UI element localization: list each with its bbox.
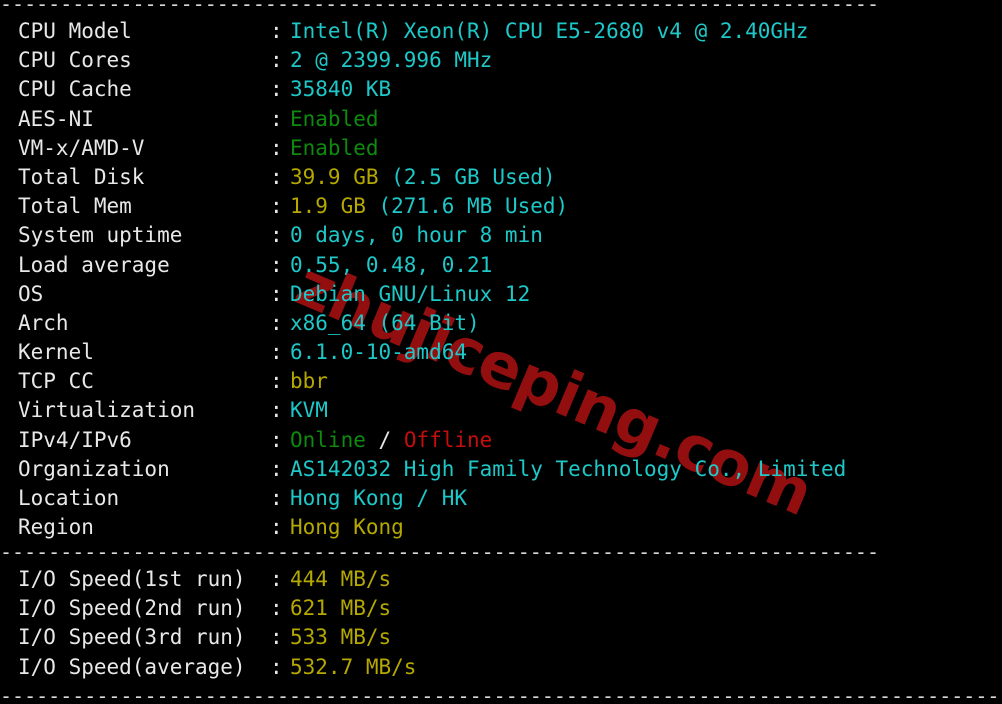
colon-aes-ni: :: [270, 106, 283, 131]
label-vmx-amdv: VM-x/AMD-V: [18, 135, 145, 160]
info-row-total-disk: Total Disk:39.9 GB (2.5 GB Used): [18, 163, 846, 192]
info-row-organization: Organization: AS142032 High Family Techno…: [18, 455, 846, 484]
value-kernel: 6.1.0-10-amd64: [290, 340, 468, 365]
info-row-system-uptime: System uptime:0 days, 0 hour 8 min: [18, 221, 846, 250]
value-total-disk-size: 39.9 GB: [290, 164, 379, 189]
value-location: Hong Kong / HK: [290, 486, 468, 510]
colon-tcp-cc: :: [270, 369, 283, 394]
info-row-tcp-cc: TCP CC: bbr: [18, 367, 846, 396]
info-row-load-average: Load average:0.55, 0.48, 0.21: [18, 251, 846, 280]
colon-cpu-model: :: [270, 19, 283, 43]
info-row-cpu-cores: CPU Cores:2 @ 2399.996 MHz: [18, 46, 846, 75]
info-row-aes-ni: AES-NI: Enabled: [18, 105, 846, 134]
info-row-arch: Arch: x86_64 (64 Bit): [18, 309, 846, 338]
label-total-mem: Total Mem: [18, 194, 132, 219]
label-system-uptime: System uptime: [18, 223, 183, 248]
colon-total-mem: :: [270, 194, 283, 219]
value-organization: AS142032 High Family Technology Co., Lim…: [290, 456, 847, 481]
label-cpu-cores: CPU Cores: [18, 48, 132, 73]
colon-virtualization: :: [270, 398, 283, 423]
colon-system-uptime: :: [270, 223, 283, 248]
label-tcp-cc: TCP CC: [18, 369, 94, 394]
value-arch: x86_64 (64 Bit): [290, 310, 480, 335]
value-region: Hong Kong: [290, 515, 404, 540]
system-info-block: CPU Model: Intel(R) Xeon(R) CPU E5-2680 v…: [18, 17, 846, 542]
value-cpu-model: Intel(R) Xeon(R) CPU E5-2680 v4 @ 2.40GH…: [290, 19, 809, 43]
colon-location: :: [270, 486, 283, 510]
value-total-mem-size: 1.9 GB: [290, 194, 366, 219]
label-io-2nd-run: I/O Speed(2nd run): [18, 596, 246, 621]
colon-arch: :: [270, 310, 283, 335]
colon-kernel: :: [270, 340, 283, 365]
label-kernel: Kernel: [18, 340, 94, 365]
terminal-window: zhujiceping.com ------------------------…: [0, 0, 1002, 704]
colon-io-1st-run: :: [270, 567, 283, 591]
value-system-uptime: 0 days, 0 hour 8 min: [290, 223, 543, 248]
label-organization: Organization: [18, 456, 170, 481]
label-arch: Arch: [18, 310, 69, 335]
label-ipv4-ipv6: IPv4/IPv6: [18, 427, 132, 452]
info-row-region: Region: Hong Kong: [18, 513, 846, 542]
separator-top: ----------------------------------------…: [0, 0, 879, 14]
value-os: Debian GNU/Linux 12: [290, 281, 531, 306]
separator-middle: ----------------------------------------…: [0, 542, 879, 562]
info-row-location: Location: Hong Kong / HK: [18, 484, 846, 513]
value-tcp-cc: bbr: [290, 369, 328, 394]
io-row-2nd-run: I/O Speed(2nd run):621 MB/s: [18, 594, 416, 623]
info-row-cpu-cache: CPU Cache:35840 KB: [18, 75, 846, 104]
value-io-1st-run: 444 MB/s: [290, 567, 392, 591]
value-total-mem-used: (271.6 MB Used): [378, 194, 569, 219]
colon-io-average: :: [270, 654, 283, 679]
value-ipv6-status: Offline: [403, 427, 493, 452]
colon-load-average: :: [270, 252, 283, 277]
label-io-3rd-run: I/O Speed(3rd run): [18, 625, 246, 650]
info-row-os: OS: Debian GNU/Linux 12: [18, 280, 846, 309]
label-total-disk: Total Disk: [18, 164, 145, 189]
colon-cpu-cache: :: [270, 77, 283, 102]
value-ipv4-status: Online: [290, 427, 366, 452]
colon-organization: :: [270, 456, 283, 481]
io-row-3rd-run: I/O Speed(3rd run):533 MB/s: [18, 623, 416, 652]
value-load-average: 0.55, 0.48, 0.21: [290, 252, 493, 277]
colon-region: :: [270, 515, 283, 540]
colon-io-3rd-run: :: [270, 625, 283, 650]
label-region: Region: [18, 515, 94, 540]
colon-io-2nd-run: :: [270, 596, 283, 621]
value-total-disk-used: (2.5 GB Used): [391, 164, 556, 189]
label-load-average: Load average: [18, 252, 170, 277]
value-vmx-amdv: Enabled: [290, 135, 379, 160]
value-io-2nd-run: 621 MB/s: [290, 596, 392, 621]
colon-total-disk: :: [270, 164, 283, 189]
info-row-virtualization: Virtualization: KVM: [18, 396, 846, 425]
io-row-1st-run: I/O Speed(1st run):444 MB/s: [18, 565, 416, 594]
io-row-average: I/O Speed(average):532.7 MB/s: [18, 653, 416, 682]
label-io-average: I/O Speed(average): [18, 654, 246, 679]
io-speed-block: I/O Speed(1st run):444 MB/s I/O Speed(2n…: [18, 565, 416, 682]
colon-vmx-amdv: :: [270, 135, 283, 160]
info-row-kernel: Kernel:6.1.0-10-amd64: [18, 338, 846, 367]
value-io-3rd-run: 533 MB/s: [290, 625, 392, 650]
info-row-cpu-model: CPU Model: Intel(R) Xeon(R) CPU E5-2680 v…: [18, 17, 846, 46]
colon-cpu-cores: :: [270, 48, 283, 73]
colon-ipv4-ipv6: :: [270, 427, 283, 452]
info-row-vmx-amdv: VM-x/AMD-V: Enabled: [18, 134, 846, 163]
value-io-average: 532.7 MB/s: [290, 654, 417, 679]
value-cpu-cache: 35840 KB: [290, 77, 392, 102]
info-row-total-mem: Total Mem:1.9 GB (271.6 MB Used): [18, 192, 846, 221]
colon-os: :: [270, 281, 283, 306]
label-aes-ni: AES-NI: [18, 106, 94, 131]
value-aes-ni: Enabled: [290, 106, 379, 131]
label-virtualization: Virtualization: [18, 398, 196, 423]
value-virtualization: KVM: [290, 398, 328, 423]
label-cpu-model: CPU Model: [18, 19, 132, 43]
value-cpu-cores: 2 @ 2399.996 MHz: [290, 48, 493, 73]
label-cpu-cache: CPU Cache: [18, 77, 132, 102]
label-io-1st-run: I/O Speed(1st run): [18, 567, 246, 591]
label-os: OS: [18, 281, 44, 306]
value-net-slash: /: [378, 427, 392, 452]
label-location: Location: [18, 486, 120, 510]
separator-bottom: ----------------------------------------…: [0, 686, 1000, 704]
info-row-ipv4-ipv6: IPv4/IPv6: Online / Offline: [18, 426, 846, 455]
